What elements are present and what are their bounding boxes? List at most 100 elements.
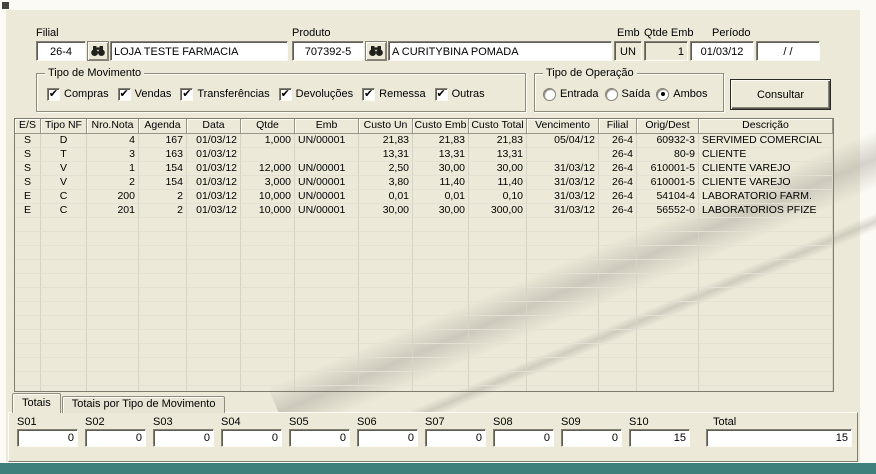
radio[interactable] xyxy=(656,88,669,101)
consultar-button[interactable]: Consultar xyxy=(730,79,831,110)
radio-option[interactable]: Ambos xyxy=(656,88,707,101)
cell-empty xyxy=(413,274,469,288)
totals-value: 15 xyxy=(629,429,690,447)
cell: 11,40 xyxy=(413,176,469,190)
produto-search-button[interactable] xyxy=(365,41,387,61)
cell-empty xyxy=(413,372,469,386)
radio[interactable] xyxy=(605,88,618,101)
checkbox-option[interactable]: ✔Vendas xyxy=(118,88,172,101)
table-row-empty xyxy=(15,372,833,386)
table-row[interactable]: EC201201/03/1210,000UN/0000130,0030,0030… xyxy=(15,204,833,218)
column-header[interactable]: Orig/Dest xyxy=(637,119,699,134)
table-row-empty xyxy=(15,386,833,392)
totals-value: 0 xyxy=(17,429,78,447)
cell-empty xyxy=(527,246,599,260)
cell-empty xyxy=(241,260,295,274)
cell-empty xyxy=(413,344,469,358)
checkbox-option[interactable]: ✔Transferências xyxy=(180,88,269,101)
table-row[interactable]: ST316301/03/1213,3113,3113,3126-480-9CLI… xyxy=(15,148,833,162)
cell: 01/03/12 xyxy=(187,190,241,204)
cell-empty xyxy=(527,344,599,358)
check-mark-icon: ✔ xyxy=(49,89,58,99)
cell-empty xyxy=(359,288,413,302)
checkbox[interactable]: ✔ xyxy=(118,88,131,101)
column-header[interactable]: Emb xyxy=(295,119,359,134)
column-header[interactable]: Tipo NF xyxy=(41,119,87,134)
cell-empty xyxy=(187,288,241,302)
checkbox[interactable]: ✔ xyxy=(279,88,292,101)
cell-empty xyxy=(241,274,295,288)
checkbox[interactable]: ✔ xyxy=(362,88,375,101)
radio-label: Saída xyxy=(622,88,651,100)
cell-empty xyxy=(87,316,139,330)
cell: 167 xyxy=(139,134,187,148)
emb-label: Emb xyxy=(617,27,640,39)
column-header[interactable]: Descrição xyxy=(699,119,833,134)
column-header[interactable]: Filial xyxy=(599,119,637,134)
table-row[interactable]: EC200201/03/1210,000UN/000010,010,010,10… xyxy=(15,190,833,204)
cell-empty xyxy=(637,274,699,288)
cell: 1,000 xyxy=(241,134,295,148)
cell: 0,01 xyxy=(359,190,413,204)
cell: 2,50 xyxy=(359,162,413,176)
tab-totais[interactable]: Totais xyxy=(12,393,61,413)
cell: SERVIMED COMERCIAL xyxy=(699,134,833,148)
tab-totais-por-tipo-de-movimento[interactable]: Totais por Tipo de Movimento xyxy=(62,396,226,413)
column-header[interactable]: Custo Un xyxy=(359,119,413,134)
checkbox-option[interactable]: ✔Compras xyxy=(47,88,109,101)
filial-name-input[interactable] xyxy=(110,41,288,61)
cell: 3,80 xyxy=(359,176,413,190)
table-row[interactable]: SV115401/03/1212,000UN/000012,5030,0030,… xyxy=(15,162,833,176)
cell: 154 xyxy=(139,176,187,190)
periodo-start-field[interactable] xyxy=(690,41,754,61)
column-header[interactable]: Custo Total xyxy=(469,119,527,134)
column-header[interactable]: E/S xyxy=(15,119,41,134)
cell-empty xyxy=(469,302,527,316)
column-header[interactable]: Agenda xyxy=(139,119,187,134)
filial-code-input[interactable] xyxy=(36,41,86,61)
cell: E xyxy=(15,190,41,204)
cell: C xyxy=(41,190,87,204)
column-header[interactable]: Nro.Nota xyxy=(87,119,139,134)
movimento-group-title: Tipo de Movimento xyxy=(45,66,144,80)
cell-empty xyxy=(241,232,295,246)
cell-empty xyxy=(527,330,599,344)
column-header[interactable]: Custo Emb xyxy=(413,119,469,134)
cell: V xyxy=(41,176,87,190)
column-header[interactable]: Data xyxy=(187,119,241,134)
cell-empty xyxy=(469,274,527,288)
cell-empty xyxy=(599,302,637,316)
radio-label: Ambos xyxy=(673,88,707,100)
cell-empty xyxy=(41,372,87,386)
totals-panel: S01S02S03S04S05S06S07S08S09S10Total 0000… xyxy=(8,412,858,462)
movimento-options: ✔Compras ✔Vendas ✔Transferências ✔Devoluçõe… xyxy=(47,79,485,109)
radio[interactable] xyxy=(543,88,556,101)
cell-empty xyxy=(139,358,187,372)
filial-search-button[interactable] xyxy=(87,41,109,61)
table-row[interactable]: SD416701/03/121,000UN/0000121,8321,8321,… xyxy=(15,134,833,148)
checkbox[interactable]: ✔ xyxy=(180,88,193,101)
checkbox-option[interactable]: ✔Devoluções xyxy=(279,88,353,101)
produto-name-input[interactable] xyxy=(388,41,612,61)
cell-empty xyxy=(241,218,295,232)
cell-empty xyxy=(15,386,41,392)
cell: S xyxy=(15,134,41,148)
table-row[interactable]: SV215401/03/123,000UN/000013,8011,4011,4… xyxy=(15,176,833,190)
totals-label: S09 xyxy=(561,416,629,428)
checkbox-option[interactable]: ✔Remessa xyxy=(362,88,425,101)
checkbox[interactable]: ✔ xyxy=(47,88,60,101)
cell-empty xyxy=(699,302,833,316)
cell: 26-4 xyxy=(599,204,637,218)
column-header[interactable]: Vencimento xyxy=(527,119,599,134)
cell: 0,10 xyxy=(469,190,527,204)
radio-option[interactable]: Entrada xyxy=(543,88,599,101)
checkbox-option[interactable]: ✔Outras xyxy=(435,88,485,101)
produto-code-input[interactable] xyxy=(292,41,364,61)
checkbox[interactable]: ✔ xyxy=(435,88,448,101)
cell: 01/03/12 xyxy=(187,204,241,218)
cell-empty xyxy=(41,330,87,344)
radio-option[interactable]: Saída xyxy=(605,88,651,101)
periodo-end-field[interactable] xyxy=(756,41,820,61)
totals-value: 15 xyxy=(706,429,852,447)
column-header[interactable]: Qtde xyxy=(241,119,295,134)
